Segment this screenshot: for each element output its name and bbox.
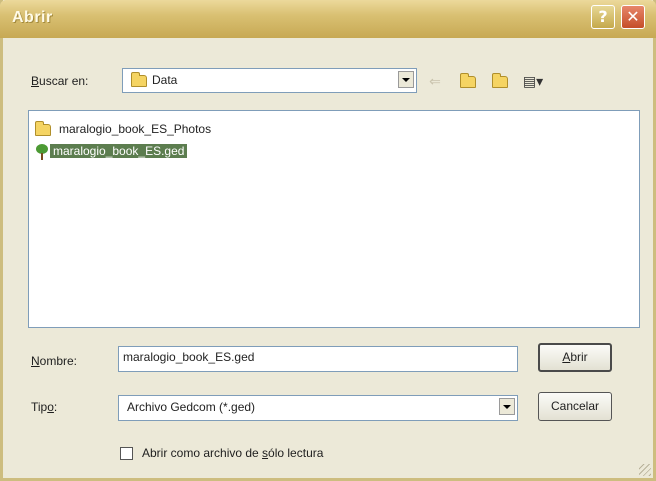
views-menu-icon[interactable]: ▤▾: [518, 70, 548, 92]
look-in-combobox[interactable]: Data: [122, 68, 417, 93]
file-name-field[interactable]: [118, 346, 518, 372]
open-dialog: Abrir ? ✕ Buscar en: Data ⇐ ▤▾ maralogio…: [0, 0, 656, 481]
file-type-value: Archivo Gedcom (*.ged): [127, 400, 256, 414]
file-type-label: Tipo:: [31, 400, 58, 414]
family-tree-icon: [35, 143, 49, 160]
file-name-input[interactable]: [123, 350, 503, 364]
list-item[interactable]: maralogio_book_ES.ged: [35, 142, 188, 160]
back-arrow-icon[interactable]: ⇐: [425, 70, 445, 92]
open-button[interactable]: Abrir: [538, 343, 612, 372]
read-only-checkbox[interactable]: [120, 447, 133, 460]
list-item[interactable]: maralogio_book_ES_Photos: [35, 120, 214, 138]
look-in-label: Buscar en:: [31, 74, 89, 88]
chevron-down-icon[interactable]: [398, 71, 414, 88]
window-title: Abrir: [12, 9, 53, 26]
title-bar[interactable]: Abrir ? ✕: [0, 0, 656, 38]
resize-grip-icon[interactable]: [639, 464, 651, 476]
file-name-label: Nombre:: [31, 354, 78, 368]
folder-icon: [131, 71, 147, 87]
up-one-level-icon: [460, 73, 476, 89]
help-button[interactable]: ?: [591, 5, 615, 29]
file-type-combobox[interactable]: Archivo Gedcom (*.ged): [118, 395, 518, 421]
folder-icon: [35, 120, 51, 136]
new-folder-icon[interactable]: [488, 70, 512, 92]
file-list[interactable]: maralogio_book_ES_Photos maralogio_book_…: [28, 110, 640, 328]
up-folder-icon[interactable]: [457, 70, 479, 92]
look-in-value: Data: [131, 71, 177, 87]
cancel-button[interactable]: Cancelar: [538, 392, 612, 421]
chevron-down-icon[interactable]: [499, 398, 515, 415]
read-only-label[interactable]: Abrir como archivo de sólo lectura: [142, 446, 323, 460]
close-button[interactable]: ✕: [621, 5, 645, 29]
new-folder-glyph-icon: [492, 73, 508, 89]
